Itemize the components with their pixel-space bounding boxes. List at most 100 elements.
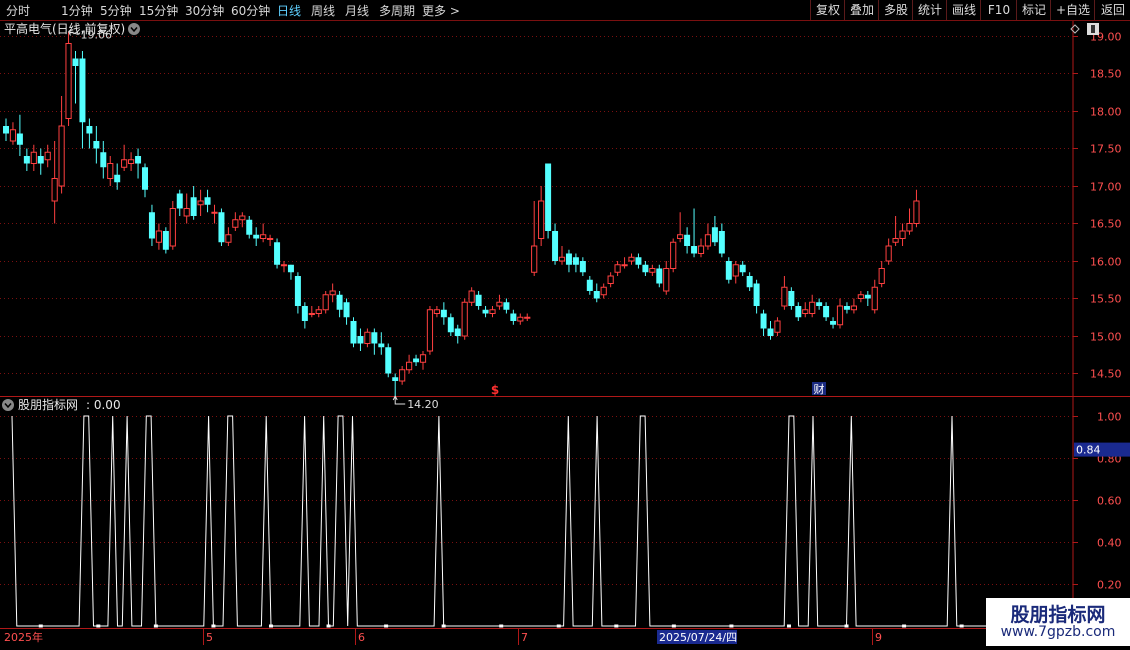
candle-body — [225, 234, 232, 243]
candle — [732, 261, 739, 284]
indicator-point — [96, 624, 101, 628]
candle-body — [371, 332, 378, 344]
candle — [482, 306, 489, 318]
candle-body — [607, 275, 614, 284]
candle — [183, 193, 190, 224]
candle — [545, 163, 552, 239]
candle-body — [628, 256, 635, 262]
candle — [871, 279, 878, 314]
candle — [760, 309, 767, 336]
candle — [287, 264, 294, 280]
indicator-tick-label: 0.20 — [1097, 579, 1122, 592]
candle — [572, 253, 579, 273]
candle — [267, 234, 274, 246]
candle — [663, 261, 670, 295]
candle-body — [128, 159, 135, 164]
candle — [850, 298, 857, 314]
candle — [586, 276, 593, 295]
candle-body — [496, 301, 503, 307]
candle-body — [552, 231, 559, 261]
candle-body — [482, 309, 489, 314]
indicator-point — [614, 624, 619, 628]
candle — [670, 238, 677, 273]
candle-body — [718, 231, 725, 254]
candle-body — [697, 245, 705, 254]
candle-body — [58, 125, 65, 187]
candle — [211, 204, 218, 224]
candle — [204, 189, 211, 213]
candle-body — [350, 321, 357, 344]
candle-body — [190, 197, 197, 216]
candles — [3, 31, 920, 396]
candle-body — [753, 283, 760, 306]
candle-body — [635, 257, 642, 265]
x-label-year: 2025年 — [4, 630, 43, 644]
candle — [378, 332, 385, 355]
event-marker-s[interactable]: $ — [491, 383, 499, 397]
candle-body — [433, 309, 440, 314]
candle-body — [586, 279, 593, 291]
candle — [72, 51, 79, 104]
candle-body — [760, 313, 767, 329]
indicator-point — [268, 624, 273, 628]
candle — [155, 223, 163, 250]
candle-body — [23, 156, 30, 164]
candle — [510, 309, 517, 325]
candle — [830, 317, 837, 329]
candle — [823, 302, 830, 321]
candle-body — [621, 264, 628, 267]
candle-body — [315, 309, 322, 314]
candle — [725, 257, 732, 284]
chart-canvas: 19.0018.5018.0017.5017.0016.5016.0015.50… — [0, 21, 1130, 645]
candle-body — [684, 234, 691, 246]
candle-body — [732, 264, 739, 277]
candle-body — [204, 197, 211, 205]
title-dropdown-icon[interactable] — [128, 23, 140, 35]
candle-body — [135, 156, 142, 164]
candle-body — [30, 151, 37, 164]
price-tick-label: 15.00 — [1090, 331, 1122, 344]
candle-body — [114, 174, 121, 183]
candle — [225, 227, 232, 246]
candle-body — [385, 347, 392, 374]
candle — [864, 291, 871, 306]
candle — [635, 253, 642, 269]
candle-body — [44, 151, 51, 161]
indicator-dropdown-icon[interactable] — [2, 399, 14, 411]
candle-body — [37, 156, 44, 164]
candle — [142, 163, 148, 198]
price-tick-label: 17.50 — [1090, 143, 1122, 156]
candle-body — [169, 208, 176, 247]
cursor-date-label: 2025/07/24/四 — [659, 631, 737, 644]
candle-body — [364, 331, 371, 344]
candle-body — [322, 294, 329, 311]
indicator-point — [902, 624, 907, 628]
candle-body — [246, 219, 253, 235]
candle-body — [864, 294, 871, 299]
candle-body — [836, 305, 844, 326]
candle-body — [343, 302, 350, 318]
grid — [0, 36, 1073, 374]
candle-body — [663, 268, 670, 292]
indicator-point — [786, 624, 791, 628]
candle — [419, 351, 427, 370]
time-axis: 2025年 5 6 7 2025/07/24/四 9 — [4, 629, 882, 645]
panel-toggle-icon[interactable] — [1087, 23, 1099, 35]
candle — [37, 148, 44, 175]
indicator-line — [11, 415, 1000, 627]
candle-body — [795, 306, 802, 318]
event-marker-cai[interactable]: 财 — [814, 382, 825, 396]
candle-body — [558, 256, 566, 262]
price-tick-label: 15.50 — [1090, 293, 1122, 306]
candle — [899, 223, 906, 246]
candle-body — [843, 306, 850, 310]
price-tick-label: 14.50 — [1090, 368, 1122, 381]
x-label-may: 5 — [206, 631, 213, 644]
diamond-icon[interactable] — [1070, 24, 1080, 34]
candle — [93, 126, 100, 164]
candle-body — [176, 193, 183, 209]
candle-body — [830, 321, 837, 325]
candle-body — [280, 264, 288, 267]
candle — [718, 223, 725, 258]
candle-body — [850, 305, 857, 311]
